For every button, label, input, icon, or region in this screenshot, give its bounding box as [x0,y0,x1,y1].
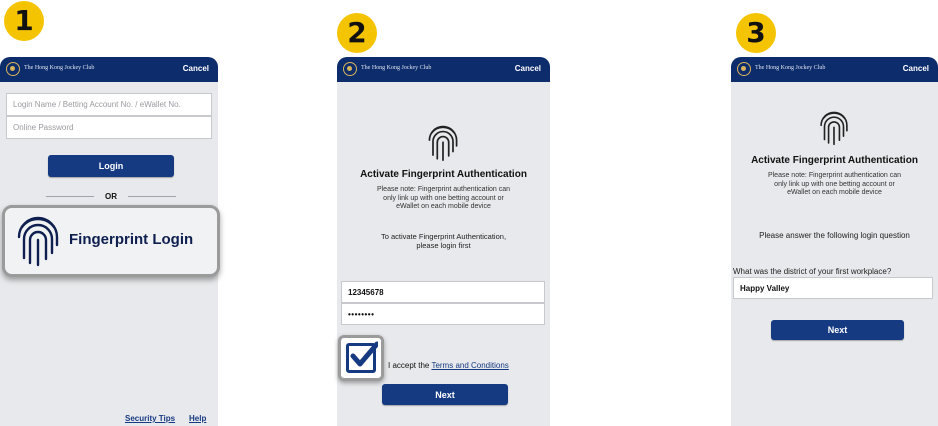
question-instruction: Please answer the following login questi… [759,231,910,240]
login-button[interactable]: Login [48,155,174,177]
club-logo-icon [737,62,751,76]
step-badge-2: 2 [337,13,377,53]
login-name-input[interactable]: Login Name / Betting Account No. / eWall… [6,93,212,116]
club-logo-icon [6,62,20,76]
security-question: What was the district of your first work… [733,267,892,276]
next-button[interactable]: Next [771,320,904,340]
fingerprint-note: Please note: Fingerprint authentication … [767,172,902,196]
password-input[interactable]: •••••••• [341,303,545,325]
or-label: OR [105,192,117,201]
activate-title: Activate Fingerprint Authentication [751,155,918,166]
club-name: The Hong Kong Jockey Club [755,65,826,71]
accept-terms-text: I accept the Terms and Conditions [388,361,509,370]
security-tips-link[interactable]: Security Tips [125,414,175,423]
fingerprint-login-button[interactable]: Fingerprint Login [2,205,220,277]
answer-input[interactable]: Happy Valley [733,277,933,299]
fingerprint-note: Please note: Fingerprint authentication … [376,186,511,210]
account-number-input[interactable]: 12345678 [341,281,545,303]
club-logo-icon [343,62,357,76]
accept-terms-checkbox[interactable] [338,335,384,381]
cancel-button[interactable]: Cancel [515,64,541,73]
step-badge-1: 1 [4,1,44,41]
checkmark-icon [350,341,378,367]
app-header: The Hong Kong Jockey Club Cancel [731,57,938,82]
activate-instruction: To activate Fingerprint Authentication, … [380,232,507,250]
cancel-button[interactable]: Cancel [903,64,929,73]
club-name: The Hong Kong Jockey Club [24,65,95,71]
app-header: The Hong Kong Jockey Club Cancel [337,57,550,82]
next-button[interactable]: Next [382,384,508,405]
club-name: The Hong Kong Jockey Club [361,65,432,71]
step-badge-3: 3 [736,13,776,53]
or-divider-right [128,196,176,197]
login-question-screen: The Hong Kong Jockey Club Cancel Activat… [731,57,938,426]
terms-link[interactable]: Terms and Conditions [431,361,508,370]
fingerprint-icon [428,125,458,161]
fingerprint-icon [820,111,848,146]
password-input[interactable]: Online Password [6,116,212,139]
fingerprint-login-label: Fingerprint Login [69,231,194,248]
cancel-button[interactable]: Cancel [183,64,209,73]
activate-title: Activate Fingerprint Authentication [360,169,527,180]
help-link[interactable]: Help [189,414,206,423]
checkbox-box [346,341,378,373]
or-divider-left [46,196,94,197]
app-header: The Hong Kong Jockey Club Cancel [0,57,218,82]
fingerprint-icon [17,216,59,267]
